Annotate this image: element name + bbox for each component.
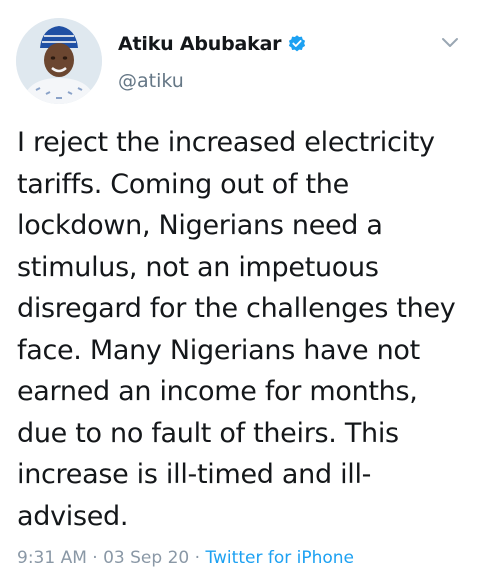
tweet-metadata: 9:31 AM · 03 Sep 20 · Twitter for iPhone [17, 548, 354, 568]
avatar-photo [16, 18, 102, 104]
avatar[interactable] [16, 18, 102, 104]
tweet-source-link[interactable]: Twitter for iPhone [205, 548, 354, 568]
tweet-text: I reject the increased electricity tarif… [17, 127, 456, 532]
tweet-time[interactable]: 9:31 AM [17, 548, 87, 568]
author-name-row: Atiku Abubakar [118, 33, 307, 55]
display-name[interactable]: Atiku Abubakar [118, 33, 282, 55]
tweet-date[interactable]: 03 Sep 20 [103, 548, 189, 568]
verified-badge-icon [289, 35, 306, 52]
chevron-down-icon[interactable] [440, 36, 460, 50]
meta-separator: · [92, 548, 98, 568]
handle[interactable]: @atiku [118, 70, 184, 92]
tweet: Atiku Abubakar @atiku I reject the incre… [0, 0, 480, 579]
meta-separator: · [194, 548, 201, 568]
